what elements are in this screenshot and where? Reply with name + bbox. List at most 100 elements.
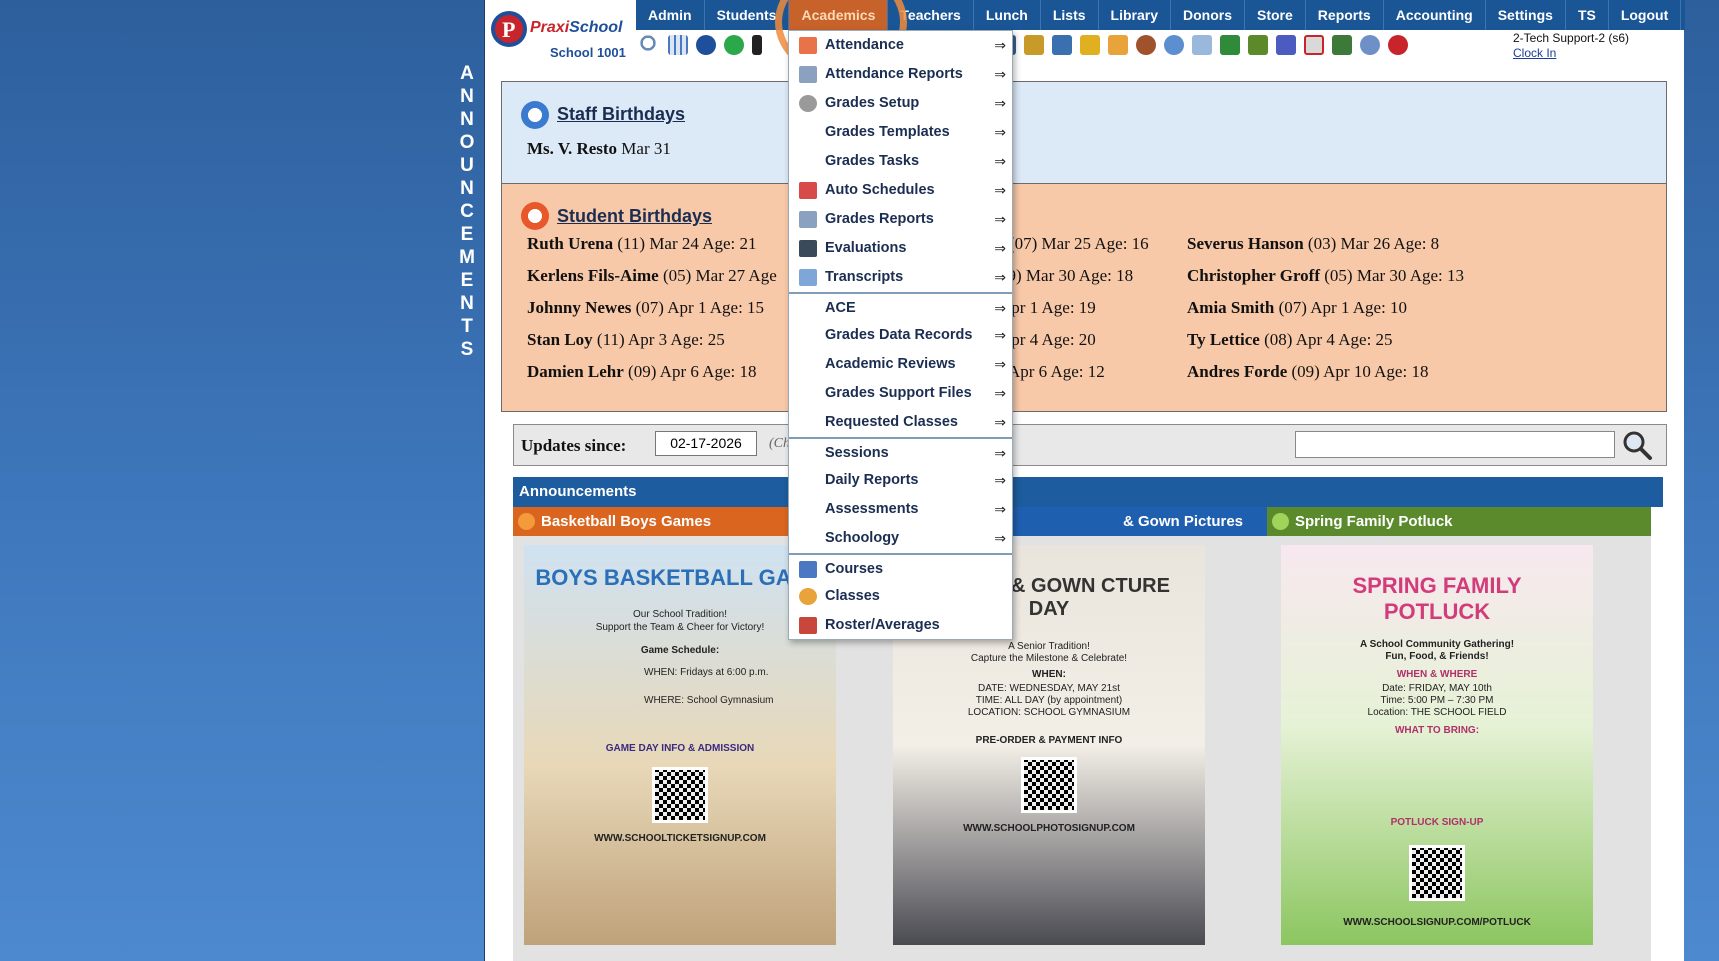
document-icon — [799, 269, 817, 286]
printer-icon — [799, 211, 817, 228]
student-birthday-entry: Apr 1 Age: 19 — [999, 298, 1096, 317]
menu-item-grades-setup[interactable]: Grades Setup ⇒ — [789, 89, 1012, 118]
staff-birthday-entry: Ms. V. Resto Mar 31 — [527, 139, 671, 158]
poster-line: DATE: WEDNESDAY, MAY 21st — [978, 683, 1120, 694]
search-icon[interactable] — [640, 35, 660, 55]
qr-code-icon — [1409, 845, 1465, 901]
nav-library[interactable]: Library — [1099, 0, 1171, 30]
menu-item-label: Attendance Reports — [825, 66, 963, 82]
email-icon[interactable] — [696, 35, 716, 55]
forward-icon[interactable] — [1108, 35, 1128, 55]
menu-item-classes[interactable]: Classes — [789, 582, 1012, 611]
student-birthdays-title[interactable]: Student Birthdays — [557, 206, 712, 227]
student-birthday-entry: Severus Hanson (03) Mar 26 Age: 8 — [1187, 234, 1440, 253]
menu-item-sessions[interactable]: Sessions ⇒ — [789, 437, 1012, 466]
money-icon[interactable] — [1024, 35, 1044, 55]
notebook-icon[interactable] — [1052, 35, 1072, 55]
help-icon[interactable] — [1360, 35, 1380, 55]
poster-line: TIME: ALL DAY (by appointment) — [975, 695, 1123, 706]
basketball-icon — [518, 513, 535, 530]
menu-item-grades-support-files[interactable]: Grades Support Files ⇒ — [789, 379, 1012, 408]
updates-date-field[interactable]: 02-17-2026 — [655, 431, 757, 456]
menu-item-label: Grades Support Files — [825, 385, 972, 401]
menu-item-ace[interactable]: ACE ⇒ — [789, 292, 1012, 321]
nav-accounting[interactable]: Accounting — [1384, 0, 1486, 30]
menu-item-roster-averages[interactable]: Roster/Averages — [789, 611, 1012, 640]
staff-birthdays-title[interactable]: Staff Birthdays — [557, 104, 685, 125]
poster-line: PRE-ORDER & PAYMENT INFO — [975, 735, 1123, 746]
nav-donors[interactable]: Donors — [1171, 0, 1245, 30]
menu-item-label: Schoology — [825, 530, 900, 546]
power-icon[interactable] — [1388, 35, 1408, 55]
menu-item-transcripts[interactable]: Transcripts ⇒ — [789, 263, 1012, 292]
poster-line: LOCATION: SCHOOL GYMNASIUM — [967, 707, 1131, 718]
student-birthday-icon — [521, 202, 549, 230]
menu-item-daily-reports[interactable]: Daily Reports ⇒ — [789, 466, 1012, 495]
announcements-vertical-label: ANNOUNCEMENTS — [458, 62, 476, 361]
student-birthday-entry: r (07) Mar 25 Age: 16 — [999, 234, 1149, 253]
ap-icon[interactable] — [1276, 35, 1296, 55]
nav-logout[interactable]: Logout — [1609, 0, 1682, 30]
people-icon[interactable] — [1136, 35, 1156, 55]
menu-item-label: Evaluations — [825, 240, 907, 256]
potluck-poster[interactable]: SPRING FAMILY POTLUCK A School Community… — [1281, 545, 1593, 945]
menu-item-label: Sessions — [825, 445, 889, 461]
grid-icon[interactable] — [668, 35, 688, 55]
book-icon — [799, 561, 817, 578]
poster-line: Location: THE SCHOOL FIELD — [1367, 707, 1507, 718]
menu-item-auto-schedules[interactable]: Auto Schedules ⇒ — [789, 176, 1012, 205]
pdf-icon[interactable] — [1304, 35, 1324, 55]
nav-store[interactable]: Store — [1245, 0, 1306, 30]
logo-emblem-icon: P — [491, 11, 527, 47]
chat-icon[interactable] — [724, 35, 744, 55]
submenu-arrow-icon: ⇒ — [994, 211, 1006, 227]
updates-since-label: Updates since: — [521, 436, 627, 455]
checkbox-icon — [799, 240, 817, 257]
menu-item-grades-tasks[interactable]: Grades Tasks ⇒ — [789, 147, 1012, 176]
menu-item-grades-templates[interactable]: Grades Templates ⇒ — [789, 118, 1012, 147]
menu-item-requested-classes[interactable]: Requested Classes ⇒ — [789, 408, 1012, 437]
menu-item-courses[interactable]: Courses — [789, 553, 1012, 582]
nav-admin[interactable]: Admin — [636, 0, 705, 30]
updates-hint: (Ch — [769, 436, 790, 451]
announcement-letter: E — [460, 224, 474, 245]
pencil-icon[interactable] — [1080, 35, 1100, 55]
menu-item-evaluations[interactable]: Evaluations ⇒ — [789, 234, 1012, 263]
menu-item-label: Daily Reports — [825, 472, 919, 488]
menu-item-schoology[interactable]: Schoology ⇒ — [789, 524, 1012, 553]
staff-birthday-icon — [521, 101, 549, 129]
menu-item-attendance-reports[interactable]: Attendance Reports ⇒ — [789, 60, 1012, 89]
cash-icon[interactable] — [1332, 35, 1352, 55]
phone-icon[interactable] — [752, 35, 762, 55]
menu-item-grades-reports[interactable]: Grades Reports ⇒ — [789, 205, 1012, 234]
card-icon[interactable] — [1220, 35, 1240, 55]
student-birthday-entry: Ty Lettice (08) Apr 4 Age: 25 — [1187, 330, 1393, 349]
search-icon[interactable] — [1621, 429, 1653, 461]
poster-line: A Senior Tradition! — [1008, 641, 1090, 652]
submenu-arrow-icon: ⇒ — [994, 414, 1006, 430]
poster-line: WHERE: School Gymnasium — [644, 695, 774, 706]
nav-reports[interactable]: Reports — [1306, 0, 1384, 30]
menu-item-grades-data-records[interactable]: Grades Data Records ⇒ — [789, 321, 1012, 350]
announcement-letter: N — [460, 109, 474, 130]
clock-in-link[interactable]: Clock In — [1513, 46, 1629, 61]
nav-lunch[interactable]: Lunch — [974, 0, 1041, 30]
announcement-letter: N — [460, 178, 474, 199]
menu-item-attendance[interactable]: Attendance ⇒ — [789, 31, 1012, 60]
praxischool-logo[interactable]: P PraxiSchool School 1001 — [488, 3, 632, 60]
student-birthday-entry: Kerlens Fils-Aime (05) Mar 27 Age — [527, 266, 777, 285]
submenu-arrow-icon: ⇒ — [994, 66, 1006, 82]
menu-item-label: Roster/Averages — [825, 617, 940, 633]
menu-item-academic-reviews[interactable]: Academic Reviews ⇒ — [789, 350, 1012, 379]
announcement-card-potluck[interactable]: Spring Family Potluck SPRING FAMILY POTL… — [1267, 507, 1651, 961]
nav-ts[interactable]: TS — [1566, 0, 1609, 30]
clock-icon[interactable] — [1164, 35, 1184, 55]
nav-lists[interactable]: Lists — [1041, 0, 1099, 30]
student-birthday-entry: Apr 4 Age: 20 — [999, 330, 1096, 349]
search-input[interactable] — [1295, 431, 1615, 458]
register-icon[interactable] — [1248, 35, 1268, 55]
card-title[interactable]: Spring Family Potluck — [1267, 507, 1651, 536]
nav-settings[interactable]: Settings — [1486, 0, 1566, 30]
list-icon[interactable] — [1192, 35, 1212, 55]
menu-item-assessments[interactable]: Assessments ⇒ — [789, 495, 1012, 524]
